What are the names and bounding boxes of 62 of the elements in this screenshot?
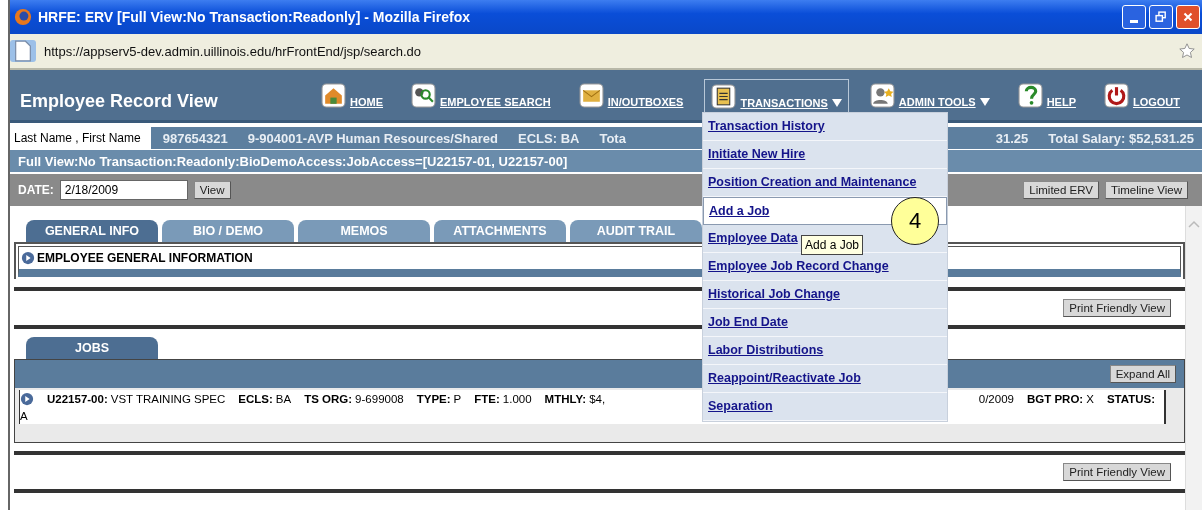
close-button[interactable] [1176, 5, 1200, 29]
date-field[interactable]: 2/18/2009 [59, 180, 188, 200]
print-button[interactable]: Print Friendly View [1063, 299, 1171, 317]
access-status: Full View:No Transaction:Readonly:BioDemoAccess:JobAccess=[U22157-01, U22157-00] [18, 153, 568, 169]
nav-link[interactable]: LOGOUT [1096, 78, 1188, 120]
employee-info: 31.25 [995, 130, 1029, 146]
menu-item[interactable]: Labor Distributions [703, 337, 947, 365]
house-icon [321, 83, 346, 108]
menu-item[interactable]: Reappoint/Reactivate Job [703, 365, 947, 393]
menu-item[interactable]: Job End Date [703, 309, 947, 337]
menu-item[interactable]: Historical Job Change [703, 281, 947, 309]
close-icon [1181, 10, 1195, 24]
expand-all-button[interactable]: Expand All [1109, 365, 1176, 383]
menu-item[interactable]: Transaction History [703, 113, 947, 141]
job-field: STATUS: [1106, 393, 1158, 405]
date-label: DATE: [18, 183, 54, 197]
job-field: MTHLY: $4, [544, 393, 606, 405]
document-icon [711, 84, 737, 109]
view-button[interactable]: View [193, 181, 231, 199]
employee-info: Total Salary: $52,531.25 [1048, 130, 1194, 146]
employee-info: Tota [599, 130, 626, 146]
menu-item[interactable]: Initiate New Hire [703, 141, 947, 169]
scrollbar[interactable] [1185, 206, 1202, 510]
maximize-button[interactable] [1149, 5, 1173, 29]
employee-info: 987654321 [162, 130, 228, 146]
section-title: EMPLOYEE GENERAL INFORMATION [37, 251, 253, 265]
expand-icon[interactable] [21, 251, 35, 265]
envelope-icon [578, 83, 604, 108]
employee-info: 9-904001-AVP Human Resources/Shared [247, 130, 499, 146]
nav-link[interactable]: IN/OUTBOXES [571, 78, 691, 120]
power-icon [1103, 83, 1129, 108]
people-search-icon [411, 83, 436, 108]
nav-link[interactable]: HOME [314, 78, 390, 120]
browser-logo-icon [14, 8, 32, 26]
menu-item[interactable]: Separation [703, 393, 947, 421]
view-mode-button[interactable]: Timeline View [1105, 181, 1188, 199]
job-field: BGT PRO: X [1026, 393, 1094, 405]
minimize-icon [1130, 19, 1138, 23]
expand-icon[interactable] [20, 392, 34, 406]
job-field: A [20, 410, 28, 422]
job-field: TYPE: P [416, 393, 462, 405]
job-field: FTE: 1.000 [474, 393, 532, 405]
restore-icon [1154, 10, 1168, 24]
job-field: ECLS: BA [238, 393, 292, 405]
page-icon [10, 40, 36, 62]
print-button[interactable]: Print Friendly View [1063, 463, 1171, 481]
job-field: U22157-00: VST TRAINING SPEC [47, 393, 226, 405]
bookmark-star-icon[interactable] [1178, 42, 1196, 60]
employee-info: ECLS: BA [518, 130, 580, 146]
job-field: TS ORG: 9-699008 [304, 393, 404, 405]
help-icon [1017, 83, 1043, 108]
nav-link[interactable]: EMPLOYEE SEARCH [404, 78, 558, 120]
minimize-button[interactable] [1122, 5, 1146, 29]
nav-link[interactable]: HELP [1010, 78, 1083, 120]
job-field: 0/2009 [978, 393, 1014, 405]
tooltip: Add a Job [801, 235, 864, 255]
tab[interactable]: JOBS [26, 337, 158, 359]
view-mode-button[interactable]: Limited ERV [1023, 181, 1100, 199]
window-title: HRFE: ERV [Full View:No Transaction:Readonly] - Mozilla Firefox [38, 9, 470, 25]
app-title: Employee Record View [20, 91, 219, 113]
tab[interactable]: GENERAL INFO [26, 220, 158, 242]
employee-name-field[interactable]: Last Name , First Name [10, 127, 151, 149]
